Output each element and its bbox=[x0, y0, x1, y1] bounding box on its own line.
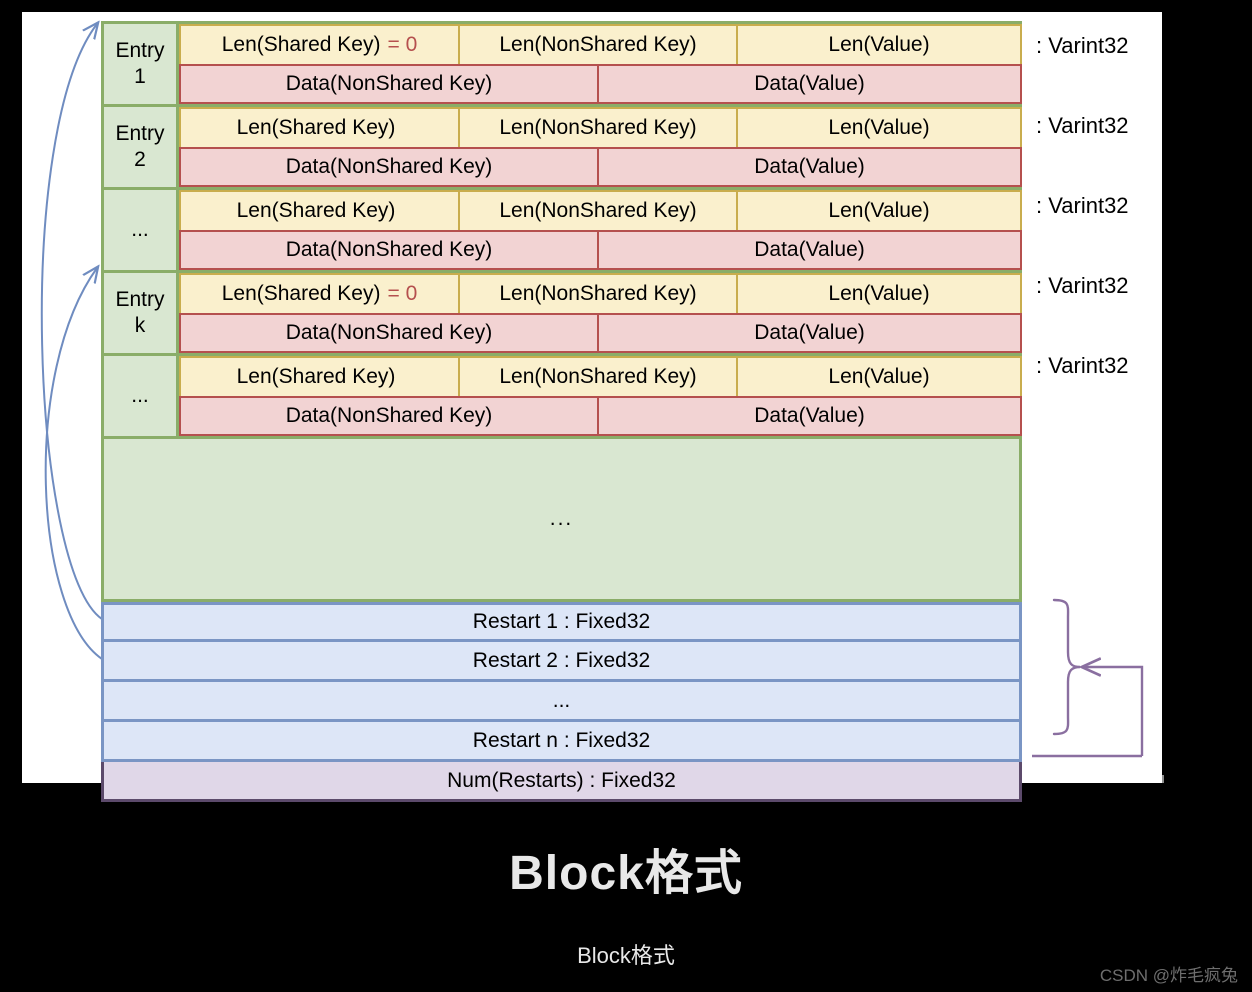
data-value-cell: Data(Value) bbox=[599, 147, 1022, 187]
len-shared-key-label: Len(Shared Key) bbox=[221, 33, 381, 56]
varint32-annotation: : Varint32 bbox=[1036, 353, 1129, 378]
entry-data-row: Data(NonShared Key) Data(Value) bbox=[179, 230, 1022, 270]
entry-block: Entry k Len(Shared Key) = 0 Len(NonShare… bbox=[101, 273, 1022, 356]
data-value-cell: Data(Value) bbox=[599, 313, 1022, 353]
len-shared-key-label: Len(Shared Key) bbox=[236, 365, 396, 388]
len-value-cell: Len(Value) bbox=[738, 190, 1022, 230]
data-nonshared-key-cell: Data(NonShared Key) bbox=[179, 396, 599, 436]
entry-label-line2: 2 bbox=[134, 148, 146, 171]
entry-label: Entry 2 bbox=[101, 107, 179, 187]
entry-rows: Len(Shared Key) Len(NonShared Key) Len(V… bbox=[179, 190, 1022, 270]
entry-length-row: Len(Shared Key) = 0 Len(NonShared Key) L… bbox=[179, 24, 1022, 64]
entry-block: Entry 2 Len(Shared Key) Len(NonShared Ke… bbox=[101, 107, 1022, 190]
entry-label: ... bbox=[101, 356, 179, 436]
varint32-annotation: : Varint32 bbox=[1036, 113, 1129, 138]
data-nonshared-key-cell: Data(NonShared Key) bbox=[179, 313, 599, 353]
len-nonshared-key-cell: Len(NonShared Key) bbox=[460, 190, 738, 230]
len-value-cell: Len(Value) bbox=[738, 356, 1022, 396]
len-shared-key-cell: Len(Shared Key) bbox=[179, 356, 460, 396]
data-value-cell: Data(Value) bbox=[599, 64, 1022, 104]
entry-label-line2: ... bbox=[131, 217, 149, 241]
len-shared-key-label: Len(Shared Key) bbox=[236, 116, 396, 139]
entry-label-line1: Entry bbox=[115, 121, 165, 145]
data-value-cell: Data(Value) bbox=[599, 230, 1022, 270]
entry-block: ... Len(Shared Key) Len(NonShared Key) L… bbox=[101, 190, 1022, 273]
data-value-cell: Data(Value) bbox=[599, 396, 1022, 436]
entry-length-row: Len(Shared Key) Len(NonShared Key) Len(V… bbox=[179, 356, 1022, 396]
entry-label-line2: k bbox=[134, 314, 146, 337]
entry-block: ... Len(Shared Key) Len(NonShared Key) L… bbox=[101, 356, 1022, 439]
restart-row: Restart n : Fixed32 bbox=[101, 722, 1022, 762]
entry-block: Entry 1 Len(Shared Key) = 0 Len(NonShare… bbox=[101, 21, 1022, 107]
shared-key-zero-annotation: = 0 bbox=[387, 33, 418, 56]
figure-root: Entry 1 Len(Shared Key) = 0 Len(NonShare… bbox=[0, 0, 1252, 992]
entry-label: Entry k bbox=[101, 273, 179, 353]
entry-rows: Len(Shared Key) Len(NonShared Key) Len(V… bbox=[179, 356, 1022, 436]
entry-length-row: Len(Shared Key) Len(NonShared Key) Len(V… bbox=[179, 107, 1022, 147]
varint32-annotation: : Varint32 bbox=[1036, 33, 1129, 58]
figure-title: Block格式 bbox=[509, 847, 743, 900]
entry-rows: Len(Shared Key) Len(NonShared Key) Len(V… bbox=[179, 107, 1022, 187]
len-nonshared-key-cell: Len(NonShared Key) bbox=[460, 273, 738, 313]
varint32-annotation: : Varint32 bbox=[1036, 273, 1129, 298]
len-shared-key-cell: Len(Shared Key) = 0 bbox=[179, 24, 460, 64]
entry-rows: Len(Shared Key) = 0 Len(NonShared Key) L… bbox=[179, 273, 1022, 353]
len-shared-key-cell: Len(Shared Key) bbox=[179, 107, 460, 147]
block-structure-table: Entry 1 Len(Shared Key) = 0 Len(NonShare… bbox=[101, 21, 1022, 802]
watermark: CSDN @炸毛疯兔 bbox=[1099, 966, 1238, 985]
entry-label-line1: Entry bbox=[115, 38, 165, 62]
entry-label: ... bbox=[101, 190, 179, 270]
restart-row: ... bbox=[101, 682, 1022, 722]
shared-key-zero-annotation: = 0 bbox=[387, 282, 418, 305]
restart-row: Restart 2 : Fixed32 bbox=[101, 642, 1022, 682]
len-value-cell: Len(Value) bbox=[738, 107, 1022, 147]
entry-length-row: Len(Shared Key) = 0 Len(NonShared Key) L… bbox=[179, 273, 1022, 313]
len-shared-key-label: Len(Shared Key) bbox=[236, 199, 396, 222]
num-restarts-row: Num(Restarts) : Fixed32 bbox=[101, 762, 1022, 802]
entry-data-row: Data(NonShared Key) Data(Value) bbox=[179, 147, 1022, 187]
len-value-cell: Len(Value) bbox=[738, 273, 1022, 313]
entry-label-line1: Entry bbox=[115, 287, 165, 311]
restart-row: Restart 1 : Fixed32 bbox=[101, 602, 1022, 642]
entry-data-row: Data(NonShared Key) Data(Value) bbox=[179, 313, 1022, 353]
entries-filler-block: ... bbox=[101, 439, 1022, 602]
data-nonshared-key-cell: Data(NonShared Key) bbox=[179, 147, 599, 187]
entry-data-row: Data(NonShared Key) Data(Value) bbox=[179, 64, 1022, 104]
diagram-canvas: Entry 1 Len(Shared Key) = 0 Len(NonShare… bbox=[22, 12, 1162, 802]
entry-length-row: Len(Shared Key) Len(NonShared Key) Len(V… bbox=[179, 190, 1022, 230]
data-nonshared-key-cell: Data(NonShared Key) bbox=[179, 230, 599, 270]
data-nonshared-key-cell: Data(NonShared Key) bbox=[179, 64, 599, 104]
entry-rows: Len(Shared Key) = 0 Len(NonShared Key) L… bbox=[179, 24, 1022, 104]
len-shared-key-cell: Len(Shared Key) bbox=[179, 190, 460, 230]
entry-data-row: Data(NonShared Key) Data(Value) bbox=[179, 396, 1022, 436]
len-shared-key-label: Len(Shared Key) bbox=[221, 282, 381, 305]
entry-label-line2: ... bbox=[131, 383, 149, 407]
varint32-annotation: : Varint32 bbox=[1036, 193, 1129, 218]
len-value-cell: Len(Value) bbox=[738, 24, 1022, 64]
len-nonshared-key-cell: Len(NonShared Key) bbox=[460, 24, 738, 64]
len-nonshared-key-cell: Len(NonShared Key) bbox=[460, 356, 738, 396]
entry-label-line2: 1 bbox=[134, 65, 146, 88]
figure-caption: Block格式 bbox=[577, 943, 675, 968]
len-nonshared-key-cell: Len(NonShared Key) bbox=[460, 107, 738, 147]
len-shared-key-cell: Len(Shared Key) = 0 bbox=[179, 273, 460, 313]
entry-label: Entry 1 bbox=[101, 24, 179, 104]
